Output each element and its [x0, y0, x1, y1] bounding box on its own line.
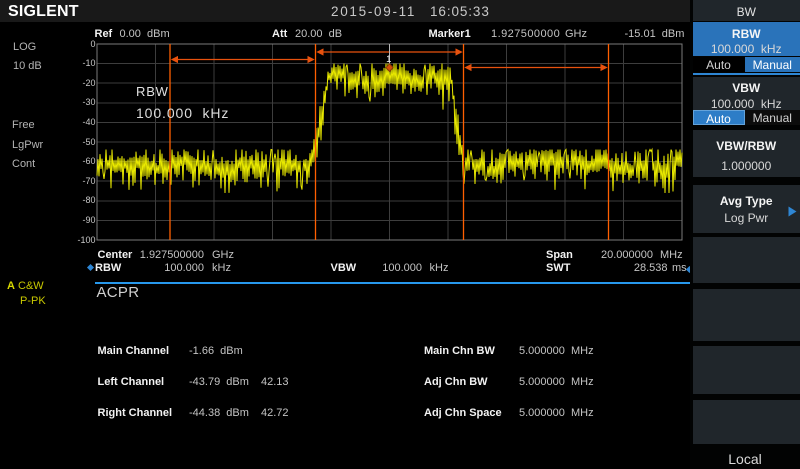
- svg-text:1: 1: [386, 54, 391, 65]
